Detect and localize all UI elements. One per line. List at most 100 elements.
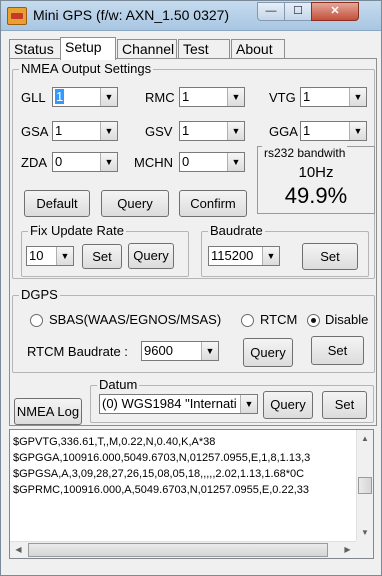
sbas-label[interactable]: SBAS(WAAS/EGNOS/MSAS)	[49, 312, 221, 327]
fix-update-select[interactable]: 10 ▼	[26, 246, 74, 266]
gll-select[interactable]: 1 ▼	[52, 87, 118, 107]
datum-group-label: Datum	[97, 377, 140, 392]
gga-value: 1	[303, 123, 311, 138]
datum-value: (0) WGS1984 "Internati	[102, 396, 237, 411]
datum-select[interactable]: (0) WGS1984 "Internati ▼	[99, 394, 258, 414]
gsa-value: 1	[55, 123, 63, 138]
rtcm-radio[interactable]	[241, 314, 254, 327]
rmc-select[interactable]: 1 ▼	[179, 87, 245, 107]
sbas-radio[interactable]	[30, 314, 43, 327]
fix-update-value: 10	[29, 248, 44, 263]
app-window: Mini GPS (f/w: AXN_1.50 0327) — ☐ ✕ Stat…	[0, 0, 382, 576]
setup-panel: NMEA Output Settings GLL 1 ▼ RMC 1 ▼ VTG…	[9, 58, 377, 426]
zda-label: ZDA	[21, 155, 47, 170]
chevron-down-icon[interactable]: ▼	[240, 395, 257, 413]
rtcm-baudrate-value: 9600	[144, 343, 173, 358]
vtg-select[interactable]: 1 ▼	[300, 87, 367, 107]
chevron-down-icon[interactable]: ▼	[56, 247, 73, 265]
log-line: $GPRMC,100916.000,A,5049.6703,N,01257.09…	[13, 484, 310, 496]
scroll-corner	[356, 541, 373, 558]
dgps-group-label: DGPS	[19, 287, 60, 302]
rtcm-baudrate-label: RTCM Baudrate :	[27, 344, 128, 359]
dgps-group: DGPS SBAS(WAAS/EGNOS/MSAS) RTCM Disable …	[12, 287, 375, 373]
confirm-button[interactable]: Confirm	[179, 190, 247, 217]
baudrate-label: Baudrate	[208, 223, 265, 238]
chevron-down-icon[interactable]: ▼	[227, 122, 244, 140]
gsa-label: GSA	[21, 124, 49, 139]
rtcm-baudrate-select[interactable]: 9600 ▼	[141, 341, 219, 361]
tab-about[interactable]: About	[231, 39, 285, 59]
gsa-select[interactable]: 1 ▼	[52, 121, 118, 141]
datum-set-button[interactable]: Set	[322, 391, 367, 419]
rmc-value: 1	[182, 89, 190, 104]
gsv-select[interactable]: 1 ▼	[179, 121, 245, 141]
mchn-select[interactable]: 0 ▼	[179, 152, 245, 172]
horizontal-scroll-thumb[interactable]	[28, 543, 328, 557]
baudrate-set-button[interactable]: Set	[302, 243, 358, 270]
close-button[interactable]: ✕	[311, 2, 359, 21]
rtcm-label[interactable]: RTCM	[260, 312, 297, 327]
vertical-scroll-thumb[interactable]	[358, 477, 372, 494]
chevron-down-icon[interactable]: ▼	[100, 122, 117, 140]
chevron-down-icon[interactable]: ▼	[227, 153, 244, 171]
gsv-label: GSV	[145, 124, 173, 139]
nmea-output-group: NMEA Output Settings GLL 1 ▼ RMC 1 ▼ VTG…	[12, 61, 375, 279]
dgps-query-button[interactable]: Query	[243, 338, 293, 367]
arrow-right-icon[interactable]: ▶	[339, 542, 356, 558]
gll-label: GLL	[21, 90, 46, 105]
baudrate-value: 115200	[211, 248, 254, 263]
zda-value: 0	[55, 154, 63, 169]
chevron-down-icon[interactable]: ▼	[100, 153, 117, 171]
mchn-value: 0	[182, 154, 190, 169]
title-bar[interactable]: Mini GPS (f/w: AXN_1.50 0327) — ☐ ✕	[1, 1, 381, 31]
disable-radio[interactable]	[307, 314, 320, 327]
log-line: $GPGGA,100916.000,5049.6703,N,01257.0955…	[13, 452, 311, 464]
zda-select[interactable]: 0 ▼	[52, 152, 118, 172]
chevron-down-icon[interactable]: ▼	[349, 122, 366, 140]
vtg-label: VTG	[269, 90, 296, 105]
chevron-down-icon[interactable]: ▼	[227, 88, 244, 106]
arrow-left-icon[interactable]: ◀	[10, 542, 27, 558]
nmea-log-button[interactable]: NMEA Log	[14, 398, 82, 425]
vtg-value: 1	[303, 89, 311, 104]
datum-query-button[interactable]: Query	[263, 391, 313, 419]
chevron-down-icon[interactable]: ▼	[100, 88, 117, 106]
baudrate-group: Baudrate 115200 ▼ Set	[201, 223, 369, 277]
gga-select[interactable]: 1 ▼	[300, 121, 367, 141]
arrow-down-icon[interactable]: ▼	[357, 524, 373, 541]
nmea-query-button[interactable]: Query	[101, 190, 169, 217]
default-button[interactable]: Default	[24, 190, 90, 217]
vertical-scrollbar[interactable]: ▲ ▼	[356, 430, 373, 558]
disable-label[interactable]: Disable	[325, 312, 368, 327]
log-line: $GPGSA,A,3,09,28,27,26,15,08,05,18,,,,,2…	[13, 468, 305, 480]
maximize-button[interactable]: ☐	[284, 2, 312, 21]
arrow-up-icon[interactable]: ▲	[357, 430, 373, 447]
window-title: Mini GPS (f/w: AXN_1.50 0327)	[33, 7, 230, 23]
gga-label: GGA	[269, 124, 298, 139]
chevron-down-icon[interactable]: ▼	[349, 88, 366, 106]
fix-update-query-button[interactable]: Query	[128, 243, 174, 269]
tab-test[interactable]: Test	[178, 39, 230, 59]
gll-value: 1	[55, 89, 65, 104]
chevron-down-icon[interactable]: ▼	[262, 247, 279, 265]
fix-update-set-button[interactable]: Set	[82, 244, 122, 269]
chevron-down-icon[interactable]: ▼	[201, 342, 218, 360]
mchn-label: MCHN	[134, 155, 173, 170]
bandwidth-rate: 10Hz	[298, 164, 334, 181]
nmea-output-group-label: NMEA Output Settings	[19, 61, 154, 76]
log-line: $GPVTG,336.61,T,,M,0.22,N,0.40,K,A*38	[13, 436, 216, 448]
tab-channel[interactable]: Channel	[117, 39, 177, 59]
tab-setup[interactable]: Setup	[60, 37, 116, 60]
baudrate-select[interactable]: 115200 ▼	[208, 246, 280, 266]
bandwidth-label: rs232 bandwith	[262, 146, 348, 160]
tab-status[interactable]: Status	[9, 39, 61, 59]
bandwidth-box: rs232 bandwith 10Hz 49.9%	[257, 146, 375, 214]
dgps-set-button[interactable]: Set	[311, 336, 364, 365]
gsv-value: 1	[182, 123, 190, 138]
nmea-log-output[interactable]: $GPVTG,336.61,T,,M,0.22,N,0.40,K,A*38 $G…	[9, 429, 374, 559]
app-logo-icon	[7, 7, 27, 25]
minimize-button[interactable]: —	[257, 2, 285, 21]
bandwidth-percent: 49.9%	[284, 183, 348, 208]
horizontal-scrollbar[interactable]: ◀ ▶	[10, 541, 357, 558]
fix-update-label: Fix Update Rate	[28, 223, 126, 238]
